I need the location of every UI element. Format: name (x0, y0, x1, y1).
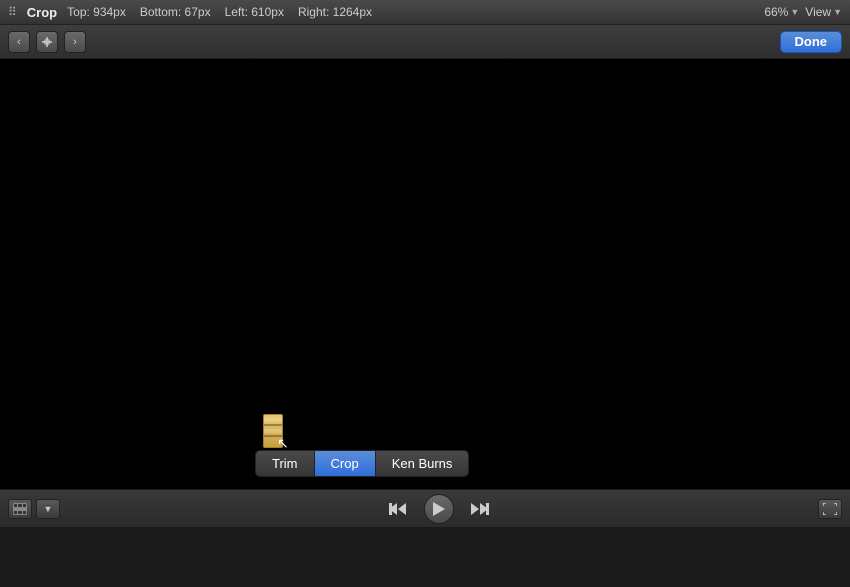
next-button[interactable]: › (64, 31, 86, 53)
top-coord: Top: 934px (67, 5, 126, 19)
fullscreen-button[interactable] (818, 499, 842, 519)
rewind-icon (389, 502, 407, 516)
title-bar: ⠿ Crop Top: 934px Bottom: 67px Left: 610… (0, 0, 850, 25)
right-coord: Right: 1264px (298, 5, 372, 19)
bottom-coord: Bottom: 67px (140, 5, 211, 19)
canvas-area: ↖ Trim Crop Ken Burns (0, 59, 850, 489)
coordinates: Top: 934px Bottom: 67px Left: 610px Righ… (67, 5, 754, 19)
view-dropdown[interactable]: View ▼ (805, 5, 842, 19)
film-strip-icon (13, 503, 27, 515)
play-button[interactable] (424, 494, 454, 524)
done-button[interactable]: Done (780, 31, 843, 53)
mode-label: Crop (27, 5, 57, 20)
zoom-arrow: ▼ (790, 7, 799, 17)
popup-toolbar: ↖ Trim Crop Ken Burns (255, 414, 469, 477)
popup-buttons: Trim Crop Ken Burns (255, 450, 469, 477)
bottom-bar: ▼ (0, 489, 850, 527)
cursor-icon: ↖ (277, 436, 289, 452)
clip-dropdown-button[interactable]: ▼ (36, 499, 60, 519)
fast-forward-icon (471, 502, 489, 516)
bottom-left-controls: ▼ (8, 499, 60, 519)
play-icon (433, 502, 445, 516)
view-arrow: ▼ (833, 7, 842, 17)
ken-burns-button[interactable]: Ken Burns (376, 451, 469, 476)
zoom-dropdown[interactable]: 66% ▼ (764, 5, 799, 19)
clip-small-button[interactable] (8, 499, 32, 519)
fullscreen-icon (823, 503, 837, 515)
prev-button[interactable]: ‹ (8, 31, 30, 53)
toolbar: ‹ › Done (0, 25, 850, 59)
crosshair-icon (40, 35, 54, 49)
transport-controls (60, 494, 818, 524)
center-button[interactable] (36, 31, 58, 53)
rewind-button[interactable] (386, 497, 410, 521)
fast-forward-button[interactable] (468, 497, 492, 521)
trim-button[interactable]: Trim (256, 451, 315, 476)
crop-button[interactable]: Crop (315, 451, 376, 476)
view-controls: 66% ▼ View ▼ (764, 5, 842, 19)
bottom-right-controls (818, 499, 842, 519)
left-coord: Left: 610px (225, 5, 284, 19)
app-icon: ⠿ (8, 5, 17, 19)
zoom-value: 66% (764, 5, 788, 19)
dropdown-arrow-icon: ▼ (44, 504, 53, 514)
view-label: View (805, 5, 831, 19)
